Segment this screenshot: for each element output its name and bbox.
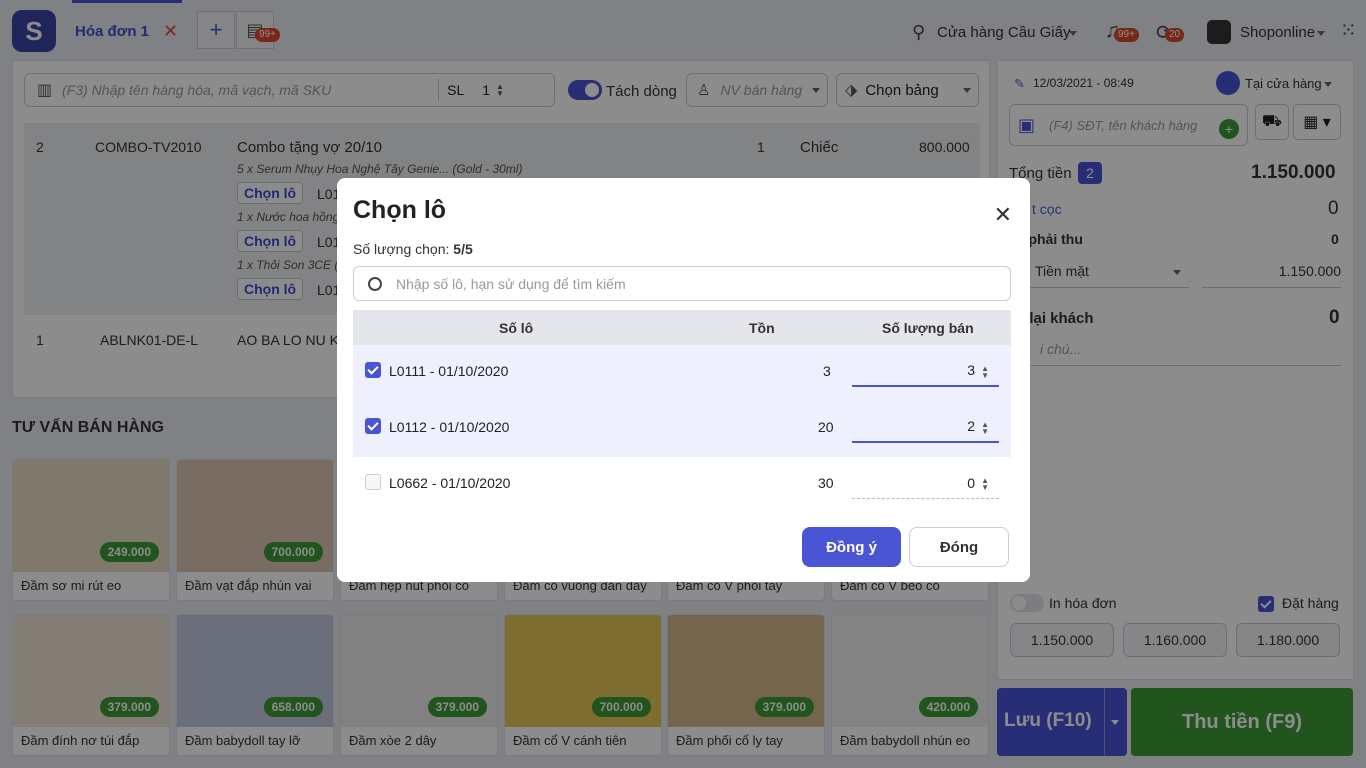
qty-spinner-icon[interactable]: ▲ ▼ [981,421,989,436]
qty-spinner-icon[interactable]: ▲ ▼ [981,477,989,492]
lot-table-header: Số lô Tồn Số lượng bán [353,310,1011,345]
lot-row[interactable]: L0111 - 01/10/2020 3 3 ▲ ▼ [353,345,1011,401]
lot-search-input[interactable]: Nhập số lô, hạn sử dụng để tìm kiếm [396,276,626,292]
lot-qty-input[interactable]: 0 ▲ ▼ [852,467,999,499]
selected-count-value: 5/5 [453,241,473,257]
qty-spinner-icon[interactable]: ▲ ▼ [981,365,989,380]
lot-checkbox[interactable] [365,362,381,378]
col-lot: Số lô [499,320,534,336]
dialog-title: Chọn lô [353,196,447,224]
lot-row[interactable]: L0662 - 01/10/2020 30 0 ▲ ▼ [353,457,1011,513]
lot-qty: 2 [967,418,975,434]
lot-checkbox[interactable] [365,418,381,434]
lot-stock: 3 [823,363,831,379]
lot-search-field[interactable]: Nhập số lô, hạn sử dụng để tìm kiếm [353,266,1011,301]
close-button[interactable]: Đóng [909,527,1009,567]
lot-checkbox[interactable] [365,474,381,490]
lot-qty-input[interactable]: 2 ▲ ▼ [852,411,999,443]
lot-qty: 0 [967,474,975,491]
selected-count-label: Số lượng chọn: [353,241,450,257]
lot-row[interactable]: L0112 - 01/10/2020 20 2 ▲ ▼ [353,401,1011,457]
lot-stock: 30 [818,475,834,491]
lot-label: L0112 - 01/10/2020 [389,419,510,435]
close-icon[interactable]: ✕ [994,202,1012,228]
search-icon [368,276,382,291]
lot-qty-input[interactable]: 3 ▲ ▼ [852,355,999,387]
confirm-button[interactable]: Đồng ý [802,527,901,567]
col-sell-qty: Số lượng bán [882,320,974,336]
lot-stock: 20 [818,419,834,435]
selected-count: Số lượng chọn: 5/5 [353,241,473,257]
col-stock: Tồn [749,320,775,336]
lot-label: L0111 - 01/10/2020 [389,363,509,379]
lot-label: L0662 - 01/10/2020 [389,475,511,491]
lot-qty: 3 [967,362,975,378]
choose-lot-dialog: Chọn lô ✕ Số lượng chọn: 5/5 Nhập số lô,… [337,178,1030,582]
